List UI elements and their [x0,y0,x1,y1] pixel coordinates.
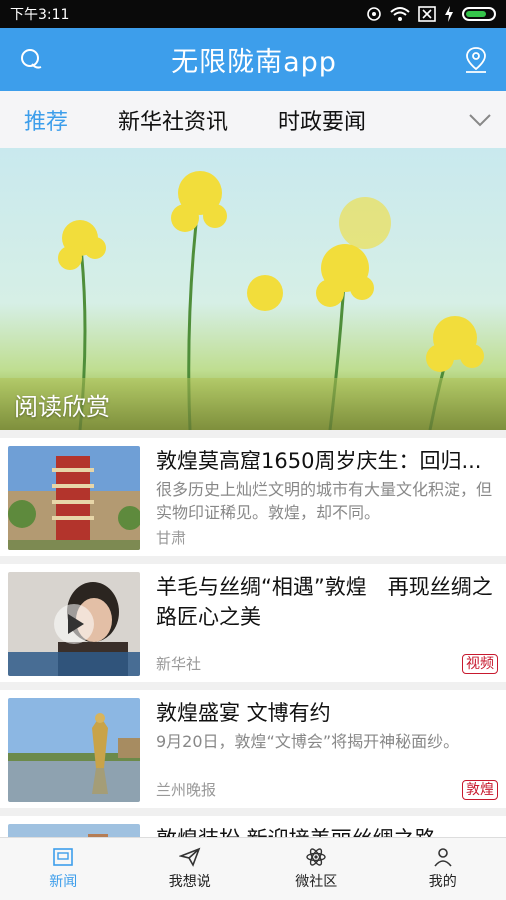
charging-icon [445,6,453,22]
bottom-nav: 新闻 我想说 微社区 我的 [0,837,506,900]
status-time: 下午3:11 [10,7,70,23]
wifi-icon [390,7,410,21]
news-summary: 9月20日，敦煌“文博会”将揭开神秘面纱。 [156,732,460,751]
location-icon[interactable] [464,46,488,74]
news-item[interactable]: 敦煌莫高窟1650周岁庆生：回归... 很多历史上灿烂文明的城市有大量文化积淀，… [0,438,506,556]
news-title: 敦煌莫高窟1650周岁庆生：回归... [156,449,482,473]
news-thumbnail [8,446,140,550]
tab-xinhua-news[interactable]: 新华社资讯 [118,104,228,136]
chevron-down-icon[interactable] [468,113,492,127]
banner-caption: 阅读欣赏 [14,393,110,421]
send-icon [178,847,201,867]
news-item[interactable]: 敦煌盛宴 文博有约 9月20日，敦煌“文博会”将揭开神秘面纱。 兰州晚报 敦煌 [0,690,506,808]
news-item[interactable]: 羊毛与丝绸“相遇”敦煌 再现丝绸之路匠心之美 新华社 视频 [0,564,506,682]
news-source: 兰州晚报 [156,781,217,799]
nav-comment-label: 我想说 [168,874,211,890]
atom-icon [306,848,326,866]
category-tabs: 推荐 新华社资讯 时政要闻 [0,91,506,148]
featured-banner[interactable]: 阅读欣赏 [0,148,506,430]
tab-politics[interactable]: 时政要闻 [278,104,366,136]
nav-news[interactable]: 新闻 [0,838,127,900]
page-title: 无限陇南app [171,47,337,78]
news-title: 敦煌盛宴 文博有约 [156,701,331,725]
nav-profile-label: 我的 [428,874,457,890]
user-icon [434,848,452,867]
nav-community-label: 微社区 [295,874,338,890]
nav-community[interactable]: 微社区 [253,838,380,900]
nav-news-label: 新闻 [49,874,78,890]
status-icons [366,6,496,22]
topic-badge: 敦煌 [462,779,498,800]
news-thumbnail [8,698,140,802]
news-source: 甘肃 [156,529,187,547]
app-header: 无限陇南app [0,28,506,91]
nav-comment[interactable]: 我想说 [127,838,254,900]
news-icon [53,848,74,866]
battery-icon [462,7,496,21]
video-badge: 视频 [462,653,498,674]
news-list: 敦煌莫高窟1650周岁庆生：回归... 很多历史上灿烂文明的城市有大量文化积淀，… [0,438,506,856]
nav-profile[interactable]: 我的 [380,838,506,900]
alarm-icon [367,7,381,21]
search-icon[interactable] [18,47,44,73]
no-sim-icon [418,6,436,22]
news-thumbnail [8,572,140,676]
tab-recommended[interactable]: 推荐 [24,104,68,136]
status-bar: 下午3:11 [0,0,506,28]
news-source: 新华社 [156,655,202,673]
news-title: 羊毛与丝绸“相遇”敦煌 再现丝绸之路匠心之美 [156,575,493,629]
news-summary: 很多历史上灿烂文明的城市有大量文化积淀，但实物印证稀见。敦煌，却不同。 [156,480,493,522]
